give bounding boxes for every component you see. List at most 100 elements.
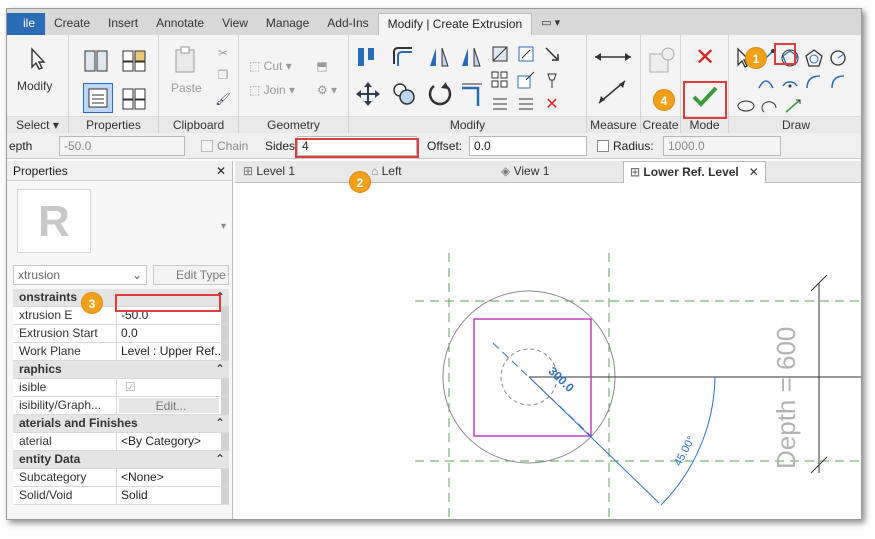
tab-modify-create-extrusion[interactable]: Modify | Create Extrusion: [377, 13, 533, 35]
properties-row[interactable]: Subcategory <None>: [13, 469, 229, 487]
properties-row[interactable]: aterial <By Category>: [13, 433, 229, 451]
properties-section-header[interactable]: raphics ⌃: [13, 361, 229, 379]
array-icon[interactable]: [489, 69, 511, 91]
tab-annotate[interactable]: Annotate: [147, 13, 213, 35]
chain-checkbox[interactable]: [201, 140, 213, 152]
property-value[interactable]: 0.0: [117, 325, 229, 342]
split-element-icon[interactable]: [489, 43, 511, 65]
pick-lines-icon[interactable]: [783, 97, 805, 115]
cut-scissors-icon[interactable]: ✂: [215, 45, 231, 61]
trim-multiple-icon[interactable]: [515, 93, 537, 115]
tab-insert[interactable]: Insert: [99, 13, 147, 35]
rotate-icon[interactable]: [425, 79, 455, 109]
properties-palette-title: Properties: [13, 164, 68, 178]
trim-extend-corner-icon[interactable]: [457, 79, 487, 109]
draw-tangent-arc-icon[interactable]: [803, 71, 825, 93]
align-icon[interactable]: [353, 43, 381, 71]
tab-add-ins[interactable]: Add-Ins: [318, 13, 377, 35]
tab-view[interactable]: View: [213, 13, 257, 35]
copy-element-icon[interactable]: [389, 79, 419, 109]
tab-lower-ref-level[interactable]: ⊞ Lower Ref. Level ✕: [623, 161, 766, 183]
wall-join-icon[interactable]: ⬒: [313, 57, 331, 75]
properties-row[interactable]: isible ☑: [13, 379, 229, 397]
create-similar-icon[interactable]: [645, 45, 677, 77]
revit-window: ile Create Insert Annotate View Manage A…: [6, 8, 862, 520]
match-properties-icon[interactable]: 🖌: [215, 91, 231, 107]
view-tabs: ⊞ Level 1 ⌂ Left ◈ View 1 ⊞ Lower Ref. L…: [235, 161, 861, 183]
unpin-icon[interactable]: [541, 69, 563, 91]
measure-between-refs-icon[interactable]: [591, 47, 635, 67]
tab-level-1[interactable]: ⊞ Level 1: [243, 161, 295, 183]
draw-ellipse-icon[interactable]: [735, 97, 757, 115]
draw-fillet-arc-icon[interactable]: [827, 71, 849, 93]
paste-icon[interactable]: [171, 43, 199, 77]
angle-dimension-text[interactable]: 45.00°: [672, 434, 698, 468]
split-face-icon[interactable]: ⚙ ▾: [313, 81, 341, 99]
pin-icon[interactable]: [515, 43, 537, 65]
property-value[interactable]: Solid: [117, 487, 229, 504]
draw-panel-title: Draw: [729, 116, 861, 133]
properties-row[interactable]: isibility/Graph... Edit...: [13, 397, 229, 415]
type-properties-icon[interactable]: [81, 47, 111, 75]
visible-checkbox[interactable]: ☑: [125, 379, 136, 396]
family-types-icon[interactable]: [119, 47, 149, 75]
properties-row[interactable]: Extrusion Start 0.0: [13, 325, 229, 343]
property-value[interactable]: Level : Upper Ref...: [117, 343, 229, 360]
properties-section-header[interactable]: entity Data ⌃: [13, 451, 229, 469]
family-category-icon[interactable]: [119, 85, 149, 113]
mirror-pick-axis-icon[interactable]: [425, 43, 453, 71]
draw-center-ends-arc-icon[interactable]: [779, 71, 801, 93]
geometry-panel-title: Geometry: [239, 116, 348, 133]
paste-button-label[interactable]: Paste: [171, 81, 202, 95]
split-gap-icon[interactable]: [489, 93, 511, 115]
tab-file[interactable]: ile: [7, 13, 46, 35]
join-geometry-button[interactable]: ⬚ Join ▾: [249, 83, 295, 97]
tab-manage[interactable]: Manage: [257, 13, 318, 35]
draw-circle-icon[interactable]: [827, 47, 849, 69]
collapse-icon[interactable]: ⌃: [215, 415, 225, 432]
radius-checkbox[interactable]: [597, 140, 609, 152]
ribbon-dropdown-icon[interactable]: ▭ ▾: [532, 13, 569, 35]
properties-row[interactable]: Work Plane Level : Upper Ref...: [13, 343, 229, 361]
instance-filter-select[interactable]: xtrusion ⌄: [13, 265, 147, 285]
scale-icon[interactable]: [541, 43, 563, 65]
svg-text:R: R: [38, 197, 70, 246]
close-icon[interactable]: ✕: [216, 161, 226, 181]
cancel-edit-mode-icon[interactable]: ✕: [691, 43, 719, 71]
properties-row[interactable]: Solid/Void Solid: [13, 487, 229, 505]
tab-create[interactable]: Create: [45, 13, 99, 35]
section-title: aterials and Finishes: [19, 416, 138, 430]
move-icon[interactable]: [353, 79, 383, 109]
edit-type-button[interactable]: Edit Type: [153, 265, 229, 285]
delete-x-icon[interactable]: ✕: [541, 93, 563, 115]
cut-geometry-button[interactable]: ⬚ Cut ▾: [249, 59, 292, 73]
property-value[interactable]: Edit...: [119, 398, 219, 413]
radius-dimension-text[interactable]: 300.0: [546, 364, 578, 395]
draw-start-end-arc-icon[interactable]: [755, 71, 777, 93]
select-dropdown[interactable]: Select ▾: [7, 116, 68, 133]
drawing-canvas[interactable]: 300.0 45.00° Depth = 600: [235, 183, 861, 519]
scale-element-icon[interactable]: [515, 69, 537, 91]
tab-left[interactable]: ⌂ Left: [371, 161, 402, 183]
row-grip: [221, 433, 229, 450]
collapse-icon[interactable]: ⌃: [215, 361, 225, 378]
mirror-draw-axis-icon[interactable]: [457, 43, 485, 71]
close-tab-icon[interactable]: ✕: [749, 162, 759, 183]
properties-section-header[interactable]: aterials and Finishes ⌃: [13, 415, 229, 433]
collapse-icon[interactable]: ⌃: [215, 451, 225, 468]
offset-field[interactable]: 0.0: [469, 136, 587, 156]
property-value[interactable]: <By Category>: [117, 433, 229, 450]
depth-field[interactable]: -50.0: [59, 136, 185, 156]
properties-palette-icon[interactable]: [83, 83, 113, 113]
type-selector-dropdown-icon[interactable]: ▾: [221, 221, 226, 232]
modify-button-label[interactable]: Modify: [17, 79, 52, 93]
cursor-arrow-icon[interactable]: [25, 45, 51, 73]
radius-field[interactable]: 1000.0: [663, 136, 781, 156]
property-value[interactable]: <None>: [117, 469, 229, 486]
offset-icon[interactable]: [389, 43, 417, 71]
draw-circumscribed-polygon-icon[interactable]: [803, 47, 825, 69]
tab-view-1[interactable]: ◈ View 1: [501, 161, 549, 183]
copy-icon[interactable]: ❐: [215, 67, 231, 83]
aligned-dimension-icon[interactable]: [591, 77, 635, 107]
draw-partial-ellipse-icon[interactable]: [759, 97, 781, 115]
